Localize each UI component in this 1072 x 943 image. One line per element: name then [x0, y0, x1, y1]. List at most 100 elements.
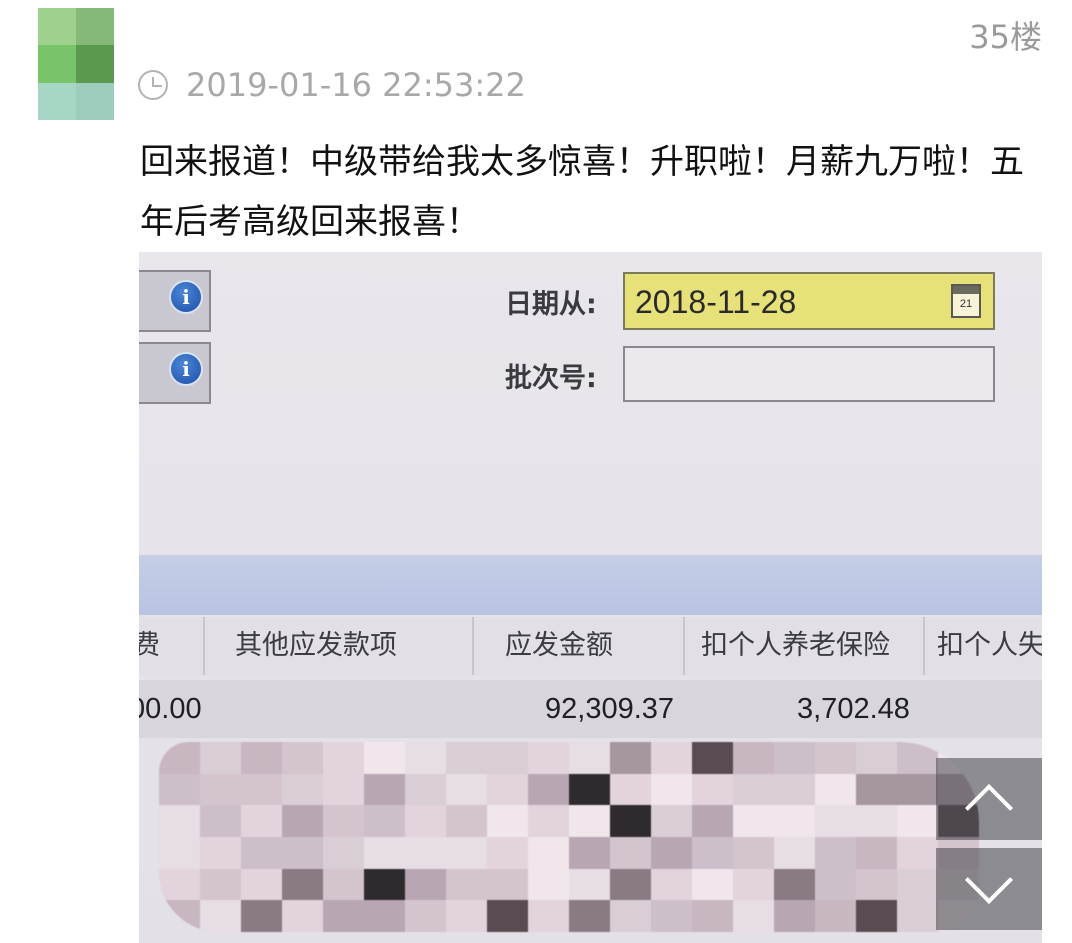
mosaic-tile — [651, 868, 692, 901]
mosaic-tile — [405, 836, 446, 869]
mosaic-tile — [159, 868, 200, 901]
avatar[interactable] — [38, 8, 114, 120]
table-cell: 92,309.37 — [545, 693, 675, 725]
calendar-day: 21 — [959, 298, 973, 310]
mosaic-tile — [323, 773, 364, 806]
mosaic-tile — [241, 836, 282, 869]
mosaic-tile — [774, 868, 815, 901]
mosaic-tile — [733, 836, 774, 869]
mosaic-tile — [897, 836, 938, 869]
mosaic-tile — [528, 868, 569, 901]
clock-icon — [138, 70, 168, 100]
date-from-field: 2018-11-28 21 — [623, 272, 995, 330]
mosaic-tile — [692, 773, 733, 806]
mosaic-tile — [405, 805, 446, 837]
mosaic-tile — [282, 742, 323, 774]
mosaic-tile — [405, 742, 446, 774]
mosaic-tile — [282, 900, 323, 932]
mosaic-tile — [364, 805, 405, 837]
mosaic-tile — [815, 805, 856, 837]
mosaic-tile — [733, 805, 774, 837]
mosaic-tile — [774, 773, 815, 806]
mosaic-tile — [569, 900, 610, 932]
mosaic-tile — [364, 773, 405, 806]
mosaic-tile — [200, 868, 241, 901]
mosaic-tile — [815, 868, 856, 901]
mosaic-tile — [487, 868, 528, 901]
mosaic-tile — [774, 742, 815, 774]
mosaic-tile — [897, 742, 938, 774]
avatar-tile — [38, 82, 76, 120]
mosaic-tile — [364, 836, 405, 869]
chevron-down-icon — [964, 855, 1014, 905]
mosaic-tile — [487, 773, 528, 806]
mosaic-tile — [487, 742, 528, 774]
mosaic-tile — [733, 742, 774, 774]
mosaic-tile — [897, 900, 938, 932]
mosaic-tile — [528, 836, 569, 869]
post-timestamp: 2019-01-16 22:53:22 — [186, 66, 526, 104]
mosaic-tile — [856, 868, 897, 901]
mosaic-tile — [815, 773, 856, 806]
scroll-up-button[interactable] — [936, 758, 1042, 840]
mosaic-tile — [774, 836, 815, 869]
date-from-label: 日期从: — [505, 289, 597, 320]
mosaic-tile — [692, 836, 733, 869]
mosaic-tile — [856, 742, 897, 774]
mosaic-tile — [733, 900, 774, 932]
mosaic-tile — [241, 805, 282, 837]
mosaic-tile — [487, 836, 528, 869]
mosaic-tile — [610, 742, 651, 774]
batch-number-label: 批次号: — [505, 363, 597, 394]
mosaic-tile — [200, 773, 241, 806]
chevron-up-icon — [964, 783, 1014, 833]
mosaic-tile — [815, 900, 856, 932]
batch-number-field — [623, 346, 995, 402]
mosaic-tile — [405, 773, 446, 806]
mosaic-tile — [733, 773, 774, 806]
mosaic-tile — [569, 773, 610, 806]
mosaic-tile — [651, 805, 692, 837]
avatar-tile — [38, 8, 76, 46]
mosaic-tile — [774, 805, 815, 837]
avatar-tile — [76, 45, 114, 83]
mosaic-tile — [159, 805, 200, 837]
mosaic-tile — [692, 868, 733, 901]
mosaic-tile — [282, 836, 323, 869]
mosaic-tile — [528, 805, 569, 837]
mosaic-tile — [446, 836, 487, 869]
table-header-row: 费 其他应发款项 应发金额 扣个人养老保险 扣个人失 — [139, 617, 1042, 675]
scroll-down-button[interactable] — [936, 848, 1042, 930]
mosaic-tile — [610, 868, 651, 901]
mosaic-tile — [241, 900, 282, 932]
mosaic-tile — [569, 836, 610, 869]
floor-number: 35楼 — [969, 18, 1042, 56]
avatar-tile — [76, 82, 114, 120]
mosaic-tile — [651, 836, 692, 869]
column-header: 其他应发款项 — [235, 630, 397, 661]
mosaic-tile — [364, 868, 405, 901]
avatar-tile — [76, 8, 114, 46]
mosaic-tile — [159, 742, 200, 774]
mosaic-tile — [323, 836, 364, 869]
mosaic-tile — [487, 900, 528, 932]
attached-photo[interactable]: i i 日期从: 2018-11-28 21 批次号: 费 其他应发款项 应发金… — [139, 252, 1042, 943]
mosaic-tile — [569, 742, 610, 774]
mosaic-tile — [282, 805, 323, 837]
mosaic-tile — [856, 805, 897, 837]
mosaic-tile — [610, 900, 651, 932]
mosaic-tile — [405, 900, 446, 932]
mosaic-tile — [446, 805, 487, 837]
mosaic-tile — [897, 868, 938, 901]
mosaic-tile — [241, 773, 282, 806]
mosaic-tile — [856, 836, 897, 869]
mosaic-tile — [200, 742, 241, 774]
mosaic-tile — [651, 900, 692, 932]
mosaic-tile — [856, 773, 897, 806]
mosaic-tile — [323, 900, 364, 932]
mosaic-tile — [856, 900, 897, 932]
mosaic-tile — [200, 805, 241, 837]
mosaic-tile — [323, 805, 364, 837]
post-text: 回来报道！中级带给我太多惊喜！升职啦！月薪九万啦！五年后考高级回来报喜！ — [140, 142, 1024, 242]
mosaic-tile — [815, 742, 856, 774]
